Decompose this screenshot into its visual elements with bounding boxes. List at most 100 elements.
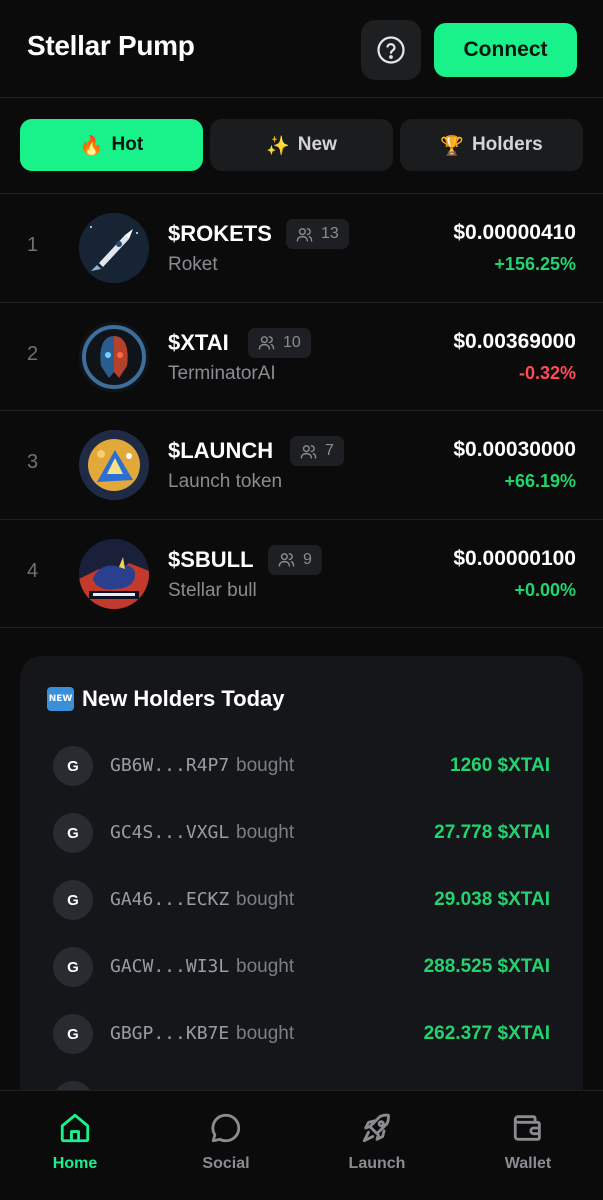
holder-address: GBGP...KB7E [110, 1023, 230, 1044]
holder-activity-row[interactable]: G GC4S...VXGL bought 27.778 $XTAI [53, 813, 550, 853]
tab-hot[interactable]: 🔥 Hot [20, 119, 203, 171]
nav-wallet[interactable]: Wallet [453, 1091, 603, 1200]
token-ticker: $XTAI [168, 329, 229, 355]
help-button[interactable] [361, 20, 421, 80]
tab-holders[interactable]: 🏆 Holders [400, 119, 583, 171]
token-avatar [79, 538, 149, 609]
activity-verb: bought [236, 755, 295, 776]
price-change: -0.32% [518, 362, 576, 383]
holder-avatar: G [53, 746, 93, 786]
holder-count: 13 [321, 225, 339, 242]
activity-verb: bought [236, 822, 295, 843]
holder-address: GC4S...VXGL [110, 822, 230, 843]
holder-count-badge: 7 [290, 436, 344, 466]
rocket-icon [362, 1113, 390, 1143]
tab-new[interactable]: ✨ New [210, 119, 393, 171]
users-icon [278, 553, 295, 567]
activity-verb: bought [236, 1023, 295, 1044]
connect-wallet-button[interactable]: Connect [434, 23, 577, 77]
rank-number: 4 [27, 559, 39, 582]
filter-tabs: 🔥 Hot ✨ New 🏆 Holders [0, 98, 603, 194]
users-icon [296, 227, 313, 242]
rank-number: 3 [27, 451, 39, 473]
token-price: $0.00369000 [453, 329, 576, 353]
fire-icon: 🔥 [79, 134, 104, 157]
rocket-logo-image [79, 213, 149, 283]
price-change: +0.00% [514, 579, 576, 600]
bought-amount: 29.038 $XTAI [434, 889, 550, 910]
users-icon [300, 444, 317, 459]
token-ticker: $LAUNCH [168, 438, 274, 463]
home-icon [60, 1113, 90, 1143]
bought-amount: 27.778 $XTAI [434, 822, 550, 843]
holder-count: 7 [325, 442, 334, 459]
new-holders-card: NEW New Holders Today G GB6W...R4P7 boug… [20, 656, 583, 1090]
tab-label: Holders [471, 134, 543, 155]
holder-count-badge: 10 [248, 327, 311, 358]
holder-activity-row-partial [53, 1081, 550, 1090]
holder-avatar: G [53, 947, 93, 987]
bought-amount: 288.525 $XTAI [423, 956, 550, 977]
new-badge-icon: NEW [47, 687, 74, 711]
activity-verb: bought [236, 889, 295, 910]
nav-social[interactable]: Social [151, 1091, 301, 1200]
launch-logo-image [79, 430, 149, 500]
token-list: 1 $ROKETS 13 Roket $0.00000410 +156.25% … [0, 194, 603, 628]
token-avatar [79, 321, 149, 392]
token-name: Stellar bull [168, 579, 257, 601]
holder-activity-row[interactable]: G GBGP...KB7E bought 262.377 $XTAI [53, 1014, 550, 1054]
holder-count: 10 [283, 333, 301, 351]
token-row-launch[interactable]: 3 $LAUNCH 7 Launch token $0.00030000 +66… [0, 411, 603, 520]
price-change: +156.25% [494, 254, 576, 274]
token-name: Roket [168, 254, 218, 275]
sparkles-icon: ✨ [266, 134, 290, 157]
bottom-nav: Home Social Launch Wallet [0, 1090, 603, 1200]
token-price: $0.00030000 [453, 438, 576, 461]
terminator-logo-image [79, 321, 149, 392]
trophy-icon: 🏆 [440, 134, 464, 157]
token-name: Launch token [168, 471, 283, 492]
token-ticker: $ROKETS [168, 221, 272, 246]
token-row-sbull[interactable]: 4 $SBULL 9 Stellar bull $0.00000100 +0.0… [0, 520, 603, 628]
holder-count: 9 [303, 550, 312, 568]
chat-bubble-icon [211, 1113, 241, 1143]
rank-number: 1 [27, 234, 39, 256]
token-avatar [79, 213, 149, 283]
wallet-icon [513, 1115, 541, 1141]
app-title: Stellar Pump [27, 30, 195, 61]
holder-activity-row[interactable]: G GACW...WI3L bought 288.525 $XTAI [53, 947, 550, 987]
new-holders-title: NEW New Holders Today [47, 686, 285, 712]
bought-amount: 1260 $XTAI [450, 755, 550, 776]
token-avatar [79, 430, 149, 500]
holder-address: GA46...ECKZ [110, 889, 230, 910]
users-icon [258, 336, 275, 350]
holder-count-badge: 13 [286, 219, 349, 249]
nav-label: Social [202, 1155, 250, 1172]
price-change: +66.19% [504, 471, 576, 491]
holder-activity-row[interactable]: G GB6W...R4P7 bought 1260 $XTAI [53, 746, 550, 786]
nav-launch[interactable]: Launch [302, 1091, 452, 1200]
nav-home[interactable]: Home [0, 1091, 150, 1200]
nav-label: Wallet [504, 1155, 552, 1172]
holder-avatar [53, 1081, 93, 1090]
bull-logo-image [79, 538, 149, 609]
holder-count-badge: 9 [268, 544, 322, 575]
holder-avatar: G [53, 1014, 93, 1054]
holder-address: GB6W...R4P7 [110, 755, 230, 776]
bought-amount: 262.377 $XTAI [423, 1023, 550, 1044]
token-row-xtai[interactable]: 2 $XTAI 10 TerminatorAI $0.00369000 -0.3… [0, 303, 603, 411]
activity-verb: bought [236, 956, 295, 977]
holder-activity-row[interactable]: G GA46...ECKZ bought 29.038 $XTAI [53, 880, 550, 920]
token-row-rokets[interactable]: 1 $ROKETS 13 Roket $0.00000410 +156.25% [0, 194, 603, 303]
holder-avatar: G [53, 813, 93, 853]
holder-address: GACW...WI3L [110, 956, 230, 977]
token-name: TerminatorAI [168, 362, 276, 384]
holder-avatar: G [53, 880, 93, 920]
tab-label: New [297, 134, 337, 155]
tab-label: Hot [111, 134, 144, 155]
token-price: $0.00000410 [453, 221, 576, 244]
token-ticker: $SBULL [168, 546, 254, 572]
rank-number: 2 [27, 342, 39, 365]
card-title-text: New Holders Today [82, 686, 285, 711]
question-circle-icon [377, 36, 405, 64]
